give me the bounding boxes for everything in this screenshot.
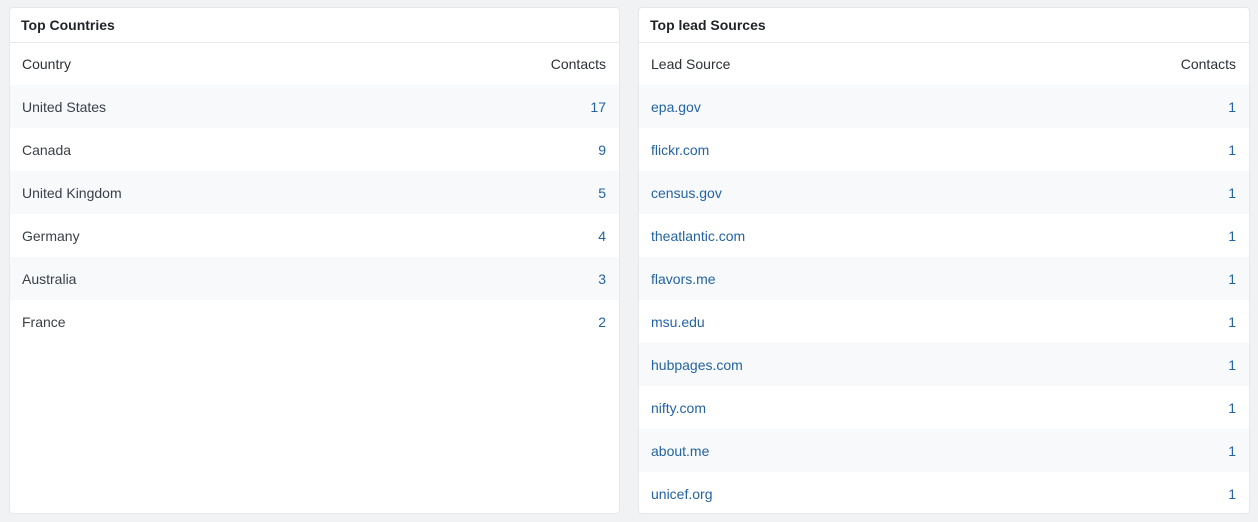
lead-source-link[interactable]: msu.edu — [651, 314, 705, 330]
dashboard: Top Countries Country Contacts United St… — [0, 0, 1258, 522]
lead-source-link[interactable]: nifty.com — [651, 400, 706, 416]
table-row: nifty.com 1 — [639, 386, 1249, 429]
lead-source-link[interactable]: epa.gov — [651, 99, 701, 115]
contacts-count-link[interactable]: 1 — [1228, 185, 1236, 201]
table-row: United States 17 — [10, 85, 619, 128]
contacts-count-link[interactable]: 1 — [1228, 142, 1236, 158]
country-name: United States — [22, 98, 107, 115]
table-row: epa.gov 1 — [639, 85, 1249, 128]
contacts-count-link[interactable]: 3 — [598, 271, 606, 287]
table-row: theatlantic.com 1 — [639, 214, 1249, 257]
table-row: Germany 4 — [10, 214, 619, 257]
column-header-contacts: Contacts — [550, 56, 606, 72]
table-row: unicef.org 1 — [639, 472, 1249, 513]
contacts-count-link[interactable]: 1 — [1228, 99, 1236, 115]
contacts-count-link[interactable]: 1 — [1228, 357, 1236, 373]
card-title: Top Countries — [10, 8, 619, 43]
table-row: about.me 1 — [639, 429, 1249, 472]
lead-source-link[interactable]: flavors.me — [651, 271, 716, 287]
contacts-count-link[interactable]: 1 — [1228, 314, 1236, 330]
column-header-contacts: Contacts — [1180, 56, 1236, 72]
table-row: msu.edu 1 — [639, 300, 1249, 343]
column-header-lead-source: Lead Source — [651, 56, 731, 72]
contacts-count-link[interactable]: 1 — [1228, 486, 1236, 502]
table-row: census.gov 1 — [639, 171, 1249, 214]
table-row: United Kingdom 5 — [10, 171, 619, 214]
contacts-count-link[interactable]: 5 — [598, 185, 606, 201]
lead-source-link[interactable]: hubpages.com — [651, 357, 743, 373]
contacts-count-link[interactable]: 1 — [1228, 228, 1236, 244]
table-row: hubpages.com 1 — [639, 343, 1249, 386]
table-header: Country Contacts — [10, 43, 619, 85]
lead-source-link[interactable]: about.me — [651, 443, 709, 459]
table-header: Lead Source Contacts — [639, 43, 1249, 85]
country-name: United Kingdom — [22, 184, 122, 201]
column-header-country: Country — [22, 56, 72, 72]
contacts-count-link[interactable]: 4 — [598, 228, 606, 244]
contacts-count-link[interactable]: 17 — [590, 99, 606, 115]
table-row: flavors.me 1 — [639, 257, 1249, 300]
table-row: Canada 9 — [10, 128, 619, 171]
top-lead-sources-card: Top lead Sources Lead Source Contacts ep… — [638, 7, 1250, 514]
contacts-count-link[interactable]: 1 — [1228, 271, 1236, 287]
table-row: France 2 — [10, 300, 619, 343]
lead-source-link[interactable]: unicef.org — [651, 486, 712, 502]
contacts-count-link[interactable]: 1 — [1228, 400, 1236, 416]
table-body: epa.gov 1 flickr.com 1 census.gov 1 thea… — [639, 85, 1249, 513]
contacts-count-link[interactable]: 1 — [1228, 443, 1236, 459]
table-body: United States 17 Canada 9 United Kingdom… — [10, 85, 619, 343]
contacts-count-link[interactable]: 2 — [598, 314, 606, 330]
country-name: Australia — [22, 270, 77, 287]
card-title: Top lead Sources — [639, 8, 1249, 43]
contacts-count-link[interactable]: 9 — [598, 142, 606, 158]
table-row: flickr.com 1 — [639, 128, 1249, 171]
country-name: France — [22, 313, 66, 330]
lead-source-link[interactable]: theatlantic.com — [651, 228, 745, 244]
table-row: Australia 3 — [10, 257, 619, 300]
top-countries-card: Top Countries Country Contacts United St… — [9, 7, 620, 514]
country-name: Canada — [22, 141, 72, 158]
lead-source-link[interactable]: census.gov — [651, 185, 722, 201]
country-name: Germany — [22, 227, 80, 244]
lead-source-link[interactable]: flickr.com — [651, 142, 709, 158]
